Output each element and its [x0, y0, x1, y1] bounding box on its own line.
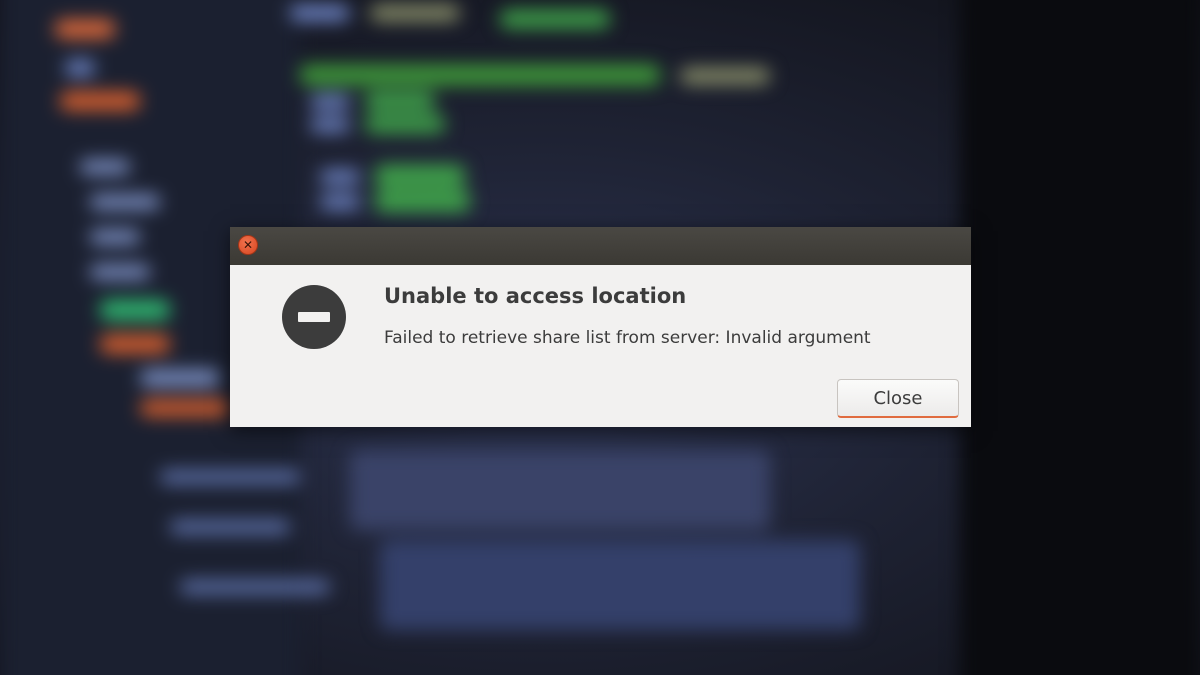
bg-blob — [140, 400, 230, 416]
bg-blob — [500, 10, 610, 28]
bg-blob — [370, 5, 460, 21]
bg-blob — [365, 92, 435, 110]
bg-blob — [300, 65, 660, 85]
bg-blob — [90, 195, 160, 209]
bg-blob — [380, 540, 860, 630]
bg-blob — [90, 265, 150, 279]
bg-blob — [310, 95, 350, 109]
close-icon[interactable]: ✕ — [238, 235, 258, 255]
dialog-heading: Unable to access location — [384, 284, 687, 308]
bg-blob — [290, 5, 350, 21]
bg-blob — [55, 20, 115, 38]
bg-blob — [65, 60, 95, 76]
error-icon — [282, 285, 346, 349]
bg-blob — [60, 92, 140, 110]
bg-blob — [100, 335, 170, 353]
error-icon-bar — [298, 312, 330, 322]
bg-blob — [90, 230, 140, 244]
bg-blob — [375, 190, 470, 212]
bg-blob — [350, 450, 770, 530]
bg-blob — [680, 68, 770, 84]
dialog-content: Unable to access location Failed to retr… — [230, 265, 971, 427]
bg-blob — [100, 300, 170, 320]
bg-blob — [365, 115, 445, 133]
bg-blob — [320, 195, 360, 209]
background-monitor-bezel — [960, 0, 1200, 675]
dialog-message: Failed to retrieve share list from serve… — [384, 328, 871, 348]
bg-blob — [320, 170, 360, 184]
error-dialog: ✕ Unable to access location Failed to re… — [230, 227, 971, 427]
bg-blob — [140, 370, 220, 386]
bg-blob — [160, 470, 300, 484]
bg-blob — [375, 165, 465, 187]
bg-blob — [80, 160, 130, 174]
dialog-titlebar: ✕ — [230, 227, 971, 265]
bg-blob — [310, 118, 350, 132]
bg-blob — [170, 520, 290, 534]
close-button[interactable]: Close — [837, 379, 959, 418]
bg-blob — [180, 580, 330, 594]
